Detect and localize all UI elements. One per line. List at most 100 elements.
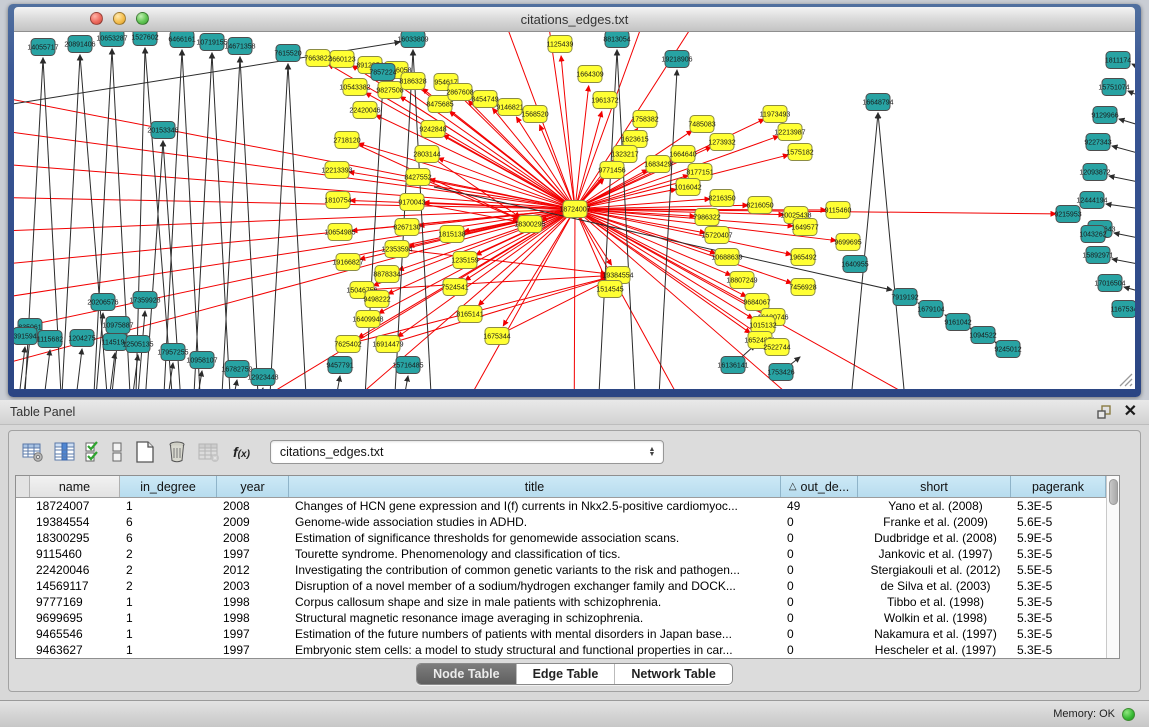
graph-node[interactable]: 18300295 bbox=[514, 216, 545, 233]
close-window-button[interactable] bbox=[90, 12, 103, 25]
graph-node[interactable]: 1273932 bbox=[708, 134, 735, 151]
graph-node[interactable]: 1623615 bbox=[621, 131, 648, 148]
graph-node[interactable]: 1015132 bbox=[749, 317, 776, 334]
table-row[interactable]: 2242004622012Investigating the contribut… bbox=[16, 562, 1106, 578]
graph-node[interactable]: 8186328 bbox=[399, 73, 426, 90]
graph-node[interactable]: 9498222 bbox=[363, 291, 390, 308]
column-header-title[interactable]: title bbox=[289, 476, 781, 497]
graph-node[interactable]: 7456928 bbox=[789, 279, 816, 296]
graph-node[interactable]: 20206576 bbox=[87, 294, 118, 311]
graph-node[interactable]: 16033809 bbox=[397, 32, 428, 48]
graph-node[interactable]: 10688639 bbox=[711, 249, 742, 266]
graph-node[interactable]: 12923448 bbox=[247, 369, 278, 386]
graph-node[interactable]: 1683429 bbox=[644, 156, 671, 173]
graph-node[interactable]: 17957255 bbox=[157, 344, 188, 361]
graph-node[interactable]: 15892971 bbox=[1082, 247, 1113, 264]
new-table-icon[interactable] bbox=[131, 438, 159, 466]
table-row[interactable]: 1830029562008Estimation of significance … bbox=[16, 530, 1106, 546]
column-header-out_de[interactable]: △out_de... bbox=[781, 476, 858, 497]
graph-node[interactable]: 16648794 bbox=[862, 94, 893, 111]
graph-node[interactable]: 11973493 bbox=[760, 106, 791, 123]
table-row[interactable]: 911546021997Tourette syndrome. Phenomeno… bbox=[16, 546, 1106, 562]
graph-node[interactable]: 9146821 bbox=[496, 99, 523, 116]
table-row[interactable]: 1938455462009Genome-wide association stu… bbox=[16, 514, 1106, 530]
column-header-name[interactable]: name bbox=[30, 476, 120, 497]
graph-node[interactable]: 8216350 bbox=[708, 190, 735, 207]
function-builder-icon[interactable]: f(x) bbox=[233, 444, 250, 460]
graph-node[interactable]: 9115460 bbox=[825, 202, 852, 219]
resize-grip[interactable] bbox=[1117, 371, 1133, 387]
graph-node[interactable]: 1811174 bbox=[1105, 52, 1131, 69]
graph-node[interactable]: 9170043 bbox=[398, 194, 425, 211]
graph-node[interactable]: 9684067 bbox=[743, 294, 770, 311]
graph-node[interactable]: 1679104 bbox=[917, 301, 944, 318]
graph-node[interactable]: 10543382 bbox=[339, 79, 370, 96]
graph-node[interactable]: 9699695 bbox=[834, 234, 861, 251]
graph-node[interactable]: 10654985 bbox=[324, 224, 355, 241]
minimize-window-button[interactable] bbox=[113, 12, 126, 25]
graph-node[interactable]: 1664640 bbox=[669, 146, 696, 163]
graph-node[interactable]: 1675344 bbox=[483, 328, 510, 345]
delete-table-icon[interactable] bbox=[195, 438, 223, 466]
graph-node[interactable]: 8813054 bbox=[603, 32, 630, 48]
memory-status-indicator[interactable] bbox=[1122, 708, 1135, 721]
graph-node[interactable]: 8165141 bbox=[456, 306, 483, 323]
graph-node[interactable]: 12213393 bbox=[321, 162, 352, 179]
graph-node[interactable]: 1514545 bbox=[596, 281, 623, 298]
graph-node[interactable]: 1094522 bbox=[969, 327, 996, 344]
graph-node[interactable]: 12444194 bbox=[1076, 192, 1107, 209]
graph-node[interactable]: 1568520 bbox=[521, 106, 548, 123]
maximize-window-button[interactable] bbox=[136, 12, 149, 25]
table-row[interactable]: 946362711997Embryonic stem cells: a mode… bbox=[16, 642, 1106, 658]
graph-node[interactable]: 1204275 bbox=[68, 330, 95, 347]
graph-node[interactable]: 1649577 bbox=[791, 219, 818, 236]
graph-node[interactable]: 1527602 bbox=[131, 32, 158, 46]
graph-node[interactable]: 7986322 bbox=[693, 209, 720, 226]
table-settings-icon[interactable] bbox=[19, 438, 47, 466]
graph-node[interactable]: 9771456 bbox=[598, 162, 625, 179]
graph-node[interactable]: 2718120 bbox=[333, 132, 360, 149]
table-row[interactable]: 977716911998Corpus callosum shape and si… bbox=[16, 594, 1106, 610]
table-selector[interactable]: citations_edges.txt ▲▼ bbox=[270, 440, 664, 464]
graph-node[interactable]: 9227343 bbox=[1084, 134, 1111, 151]
graph-node[interactable]: 9215953 bbox=[1054, 206, 1081, 223]
graph-node[interactable]: 1235159 bbox=[451, 252, 478, 269]
float-panel-icon[interactable] bbox=[1096, 404, 1112, 420]
graph-node[interactable]: 10719155 bbox=[196, 34, 227, 51]
graph-node[interactable]: 18724007 bbox=[559, 201, 590, 218]
graph-node[interactable]: 14055717 bbox=[27, 39, 58, 56]
delete-column-icon[interactable] bbox=[163, 438, 191, 466]
graph-node[interactable]: 1125439 bbox=[547, 36, 574, 53]
network-window-titlebar[interactable]: citations_edges.txt bbox=[14, 7, 1135, 32]
close-panel-icon[interactable]: ✕ bbox=[1124, 404, 1137, 420]
graph-node[interactable]: 15751074 bbox=[1098, 79, 1129, 96]
column-header-short[interactable]: short bbox=[858, 476, 1011, 497]
graph-node[interactable]: 1115682 bbox=[37, 331, 63, 348]
graph-node[interactable]: 16409948 bbox=[352, 311, 383, 328]
graph-node[interactable]: 8454749 bbox=[471, 91, 498, 108]
column-header-pagerank[interactable]: pagerank bbox=[1011, 476, 1106, 497]
graph-node[interactable]: 7663822 bbox=[304, 50, 331, 67]
select-column-icon[interactable] bbox=[51, 438, 79, 466]
graph-node[interactable]: 8878334 bbox=[373, 266, 400, 283]
graph-node[interactable]: 7485083 bbox=[688, 116, 715, 133]
graph-node[interactable]: 10975887 bbox=[102, 317, 133, 334]
graph-node[interactable]: 1753426 bbox=[767, 364, 794, 381]
tab-network-table[interactable]: Network Table bbox=[614, 664, 732, 684]
graph-node[interactable]: 1758382 bbox=[631, 111, 658, 128]
network-canvas[interactable]: 1872400786601238912954182260589827508105… bbox=[14, 32, 1135, 389]
graph-node[interactable]: 20891406 bbox=[64, 36, 95, 53]
graph-node[interactable]: 2867608 bbox=[446, 84, 473, 101]
graph-node[interactable]: 9129966 bbox=[1091, 107, 1118, 124]
graph-node[interactable]: 12505135 bbox=[122, 336, 153, 353]
graph-node[interactable]: 10653287 bbox=[96, 32, 127, 47]
graph-node[interactable]: 7857224 bbox=[369, 64, 396, 81]
graph-node[interactable]: 9457791 bbox=[326, 357, 353, 374]
column-header-in_degree[interactable]: in_degree bbox=[120, 476, 217, 497]
graph-node[interactable]: 15720407 bbox=[701, 227, 732, 244]
graph-node[interactable]: 12093872 bbox=[1079, 164, 1110, 181]
table-row[interactable]: 1872400712008Changes of HCN gene express… bbox=[16, 498, 1106, 514]
graph-node[interactable]: 7919192 bbox=[891, 289, 918, 306]
graph-node[interactable]: 1810754 bbox=[324, 192, 351, 209]
graph-node[interactable]: 17016504 bbox=[1094, 275, 1125, 292]
